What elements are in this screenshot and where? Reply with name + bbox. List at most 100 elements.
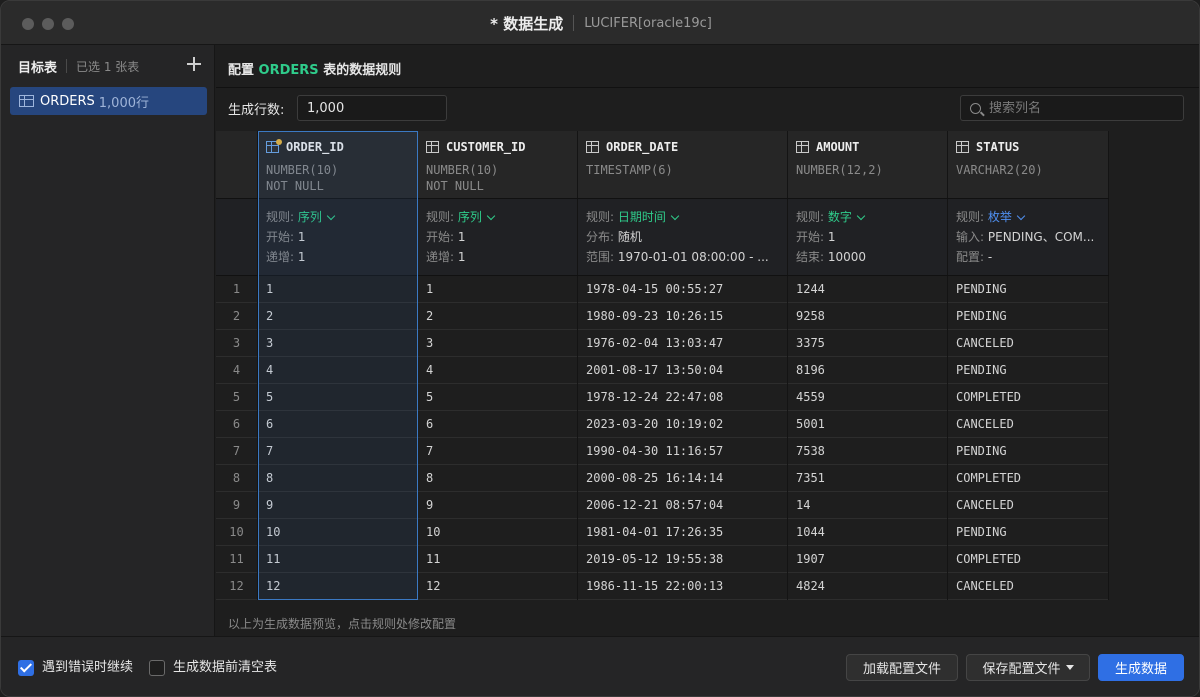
column-datatype: NUMBER(10) [266, 163, 339, 177]
column-datatype: NUMBER(10) [426, 163, 499, 177]
truncate-table-checkbox[interactable] [149, 660, 165, 676]
table-row: 4 4 4 2001-08-17 13:50:04 8196 PENDING [216, 357, 1109, 384]
column-header[interactable]: AMOUNT NUMBER(12,2) [788, 131, 948, 198]
column-search-input[interactable] [989, 100, 1169, 116]
row-count-input[interactable] [297, 95, 447, 121]
column-rule-cell[interactable]: 规则: 序列 开始: 1 递增: 1 [258, 199, 418, 275]
rule-field-label: 配置: [956, 250, 985, 264]
table-cell: 14 [788, 492, 948, 519]
table-cell: 2 [418, 303, 578, 330]
rule-type-dropdown[interactable]: 规则: 枚举 [956, 208, 1103, 225]
table-cell: 1981-04-01 17:26:35 [578, 519, 788, 546]
column-rule-cell[interactable]: 规则: 日期时间 分布: 随机 范围: 1970-01-01 08:00:00 - … [578, 199, 788, 275]
table-cell: 6 [258, 411, 418, 438]
column-name: CUSTOMER_ID [426, 140, 525, 154]
row-count-label: 生成行数: [228, 103, 285, 118]
rule-field-value: 1 [297, 230, 306, 244]
column-name: ORDER_DATE [586, 140, 678, 154]
table-cell: 1978-04-15 00:55:27 [578, 276, 788, 303]
rule-field-label: 开始: [796, 230, 825, 244]
save-config-button[interactable]: 保存配置文件 [966, 654, 1090, 681]
rule-field-value: 1 [457, 250, 466, 264]
table-cell: 1 [258, 276, 418, 303]
generate-data-button[interactable]: 生成数据 [1098, 654, 1184, 681]
table-cell: 1980-09-23 10:26:15 [578, 303, 788, 330]
continue-on-error-label[interactable]: 遇到错误时继续 [42, 660, 133, 676]
column-name: AMOUNT [796, 140, 859, 154]
table-cell: 1044 [788, 519, 948, 546]
rule-param-line: 递增: 1 [266, 248, 412, 265]
rule-type-dropdown[interactable]: 规则: 日期时间 [586, 208, 782, 225]
rule-type-dropdown[interactable]: 规则: 序列 [426, 208, 572, 225]
column-icon [796, 141, 809, 153]
table-row: 6 6 6 2023-03-20 10:19:02 5001 CANCELED [216, 411, 1109, 438]
table-cell: PENDING [948, 438, 1109, 465]
column-header-row: ORDER_ID NUMBER(10) NOT NULL CUSTOMER_ID NUM… [216, 131, 1109, 199]
truncate-table-label[interactable]: 生成数据前清空表 [173, 660, 277, 676]
column-type: VARCHAR2(20) [956, 162, 1043, 178]
rule-field-label: 分布: [586, 230, 615, 244]
rule-field-value[interactable]: 数字 [828, 210, 852, 224]
rule-field-value[interactable]: 枚举 [988, 210, 1012, 224]
column-rule-cell[interactable]: 规则: 枚举 输入: PENDING、COM... 配置: - [948, 199, 1109, 275]
table-cell: 5 [258, 384, 418, 411]
column-type: NUMBER(10) NOT NULL [266, 162, 338, 194]
search-icon [970, 102, 981, 114]
sidebar-item-orders[interactable]: ORDERS 1,000行 [10, 87, 207, 115]
table-row: 12 12 12 1986-11-15 22:00:13 4824 CANCELED [216, 573, 1109, 600]
rule-type-dropdown[interactable]: 规则: 数字 [796, 208, 942, 225]
column-type: TIMESTAMP(6) [586, 162, 673, 178]
table-cell: 1244 [788, 276, 948, 303]
column-datatype: NUMBER(12,2) [796, 163, 883, 177]
table-row: 2 2 2 1980-09-23 10:26:15 9258 PENDING [216, 303, 1109, 330]
table-cell: 4 [418, 357, 578, 384]
rule-type-dropdown[interactable]: 规则: 序列 [266, 208, 412, 225]
add-table-icon[interactable] [185, 55, 203, 73]
column-rule-cell[interactable]: 规则: 数字 开始: 1 结束: 10000 [788, 199, 948, 275]
table-row: 1 1 1 1978-04-15 00:55:27 1244 PENDING [216, 276, 1109, 303]
column-icon [586, 141, 599, 153]
sidebar-item-label: ORDERS [40, 93, 95, 109]
column-search-box[interactable] [960, 95, 1184, 121]
column-name-label: ORDER_ID [286, 140, 344, 154]
row-number: 3 [216, 330, 258, 357]
table-cell: 9 [258, 492, 418, 519]
table-cell: 7351 [788, 465, 948, 492]
rule-field-value[interactable]: 序列 [458, 210, 482, 224]
rule-field-value: PENDING、COM... [987, 230, 1095, 244]
table-cell: CANCELED [948, 492, 1109, 519]
load-config-button[interactable]: 加载配置文件 [846, 654, 958, 681]
table-cell: 11 [258, 546, 418, 573]
column-rule-row: 规则: 序列 开始: 1 递增: 1 规则: 序列 开始: 1 递增: 1 规则: 日期时间… [216, 199, 1109, 276]
chevron-down-icon [856, 211, 866, 221]
column-name: STATUS [956, 140, 1019, 154]
table-cell: 5001 [788, 411, 948, 438]
table-cell: PENDING [948, 276, 1109, 303]
rule-gutter [216, 199, 258, 275]
table-cell: 1976-02-04 13:03:47 [578, 330, 788, 357]
row-number: 4 [216, 357, 258, 384]
column-header[interactable]: ORDER_ID NUMBER(10) NOT NULL [258, 131, 418, 198]
rule-field-value[interactable]: 日期时间 [618, 210, 666, 224]
table-icon [19, 95, 34, 107]
column-name-label: CUSTOMER_ID [446, 140, 526, 154]
table-cell: CANCELED [948, 411, 1109, 438]
column-header[interactable]: CUSTOMER_ID NUMBER(10) NOT NULL [418, 131, 578, 198]
rule-param-line: 递增: 1 [426, 248, 572, 265]
rule-field-value[interactable]: 序列 [298, 210, 322, 224]
table-cell: 7 [418, 438, 578, 465]
chevron-down-icon [1065, 665, 1074, 670]
table-cell: COMPLETED [948, 384, 1109, 411]
table-cell: 8 [258, 465, 418, 492]
column-rule-cell[interactable]: 规则: 序列 开始: 1 递增: 1 [418, 199, 578, 275]
column-header[interactable]: ORDER_DATE TIMESTAMP(6) [578, 131, 788, 198]
rule-param-line: 结束: 10000 [796, 248, 942, 265]
continue-on-error-checkbox[interactable] [18, 660, 34, 676]
title-separator [573, 15, 575, 31]
chevron-down-icon [486, 211, 496, 221]
table-cell: 4824 [788, 573, 948, 600]
rule-field-label: 规则: [586, 210, 615, 224]
table-row: 11 11 11 2019-05-12 19:55:38 1907 COMPLETED [216, 546, 1109, 573]
window-title: * 数据生成 [490, 14, 564, 33]
column-header[interactable]: STATUS VARCHAR2(20) [948, 131, 1109, 198]
